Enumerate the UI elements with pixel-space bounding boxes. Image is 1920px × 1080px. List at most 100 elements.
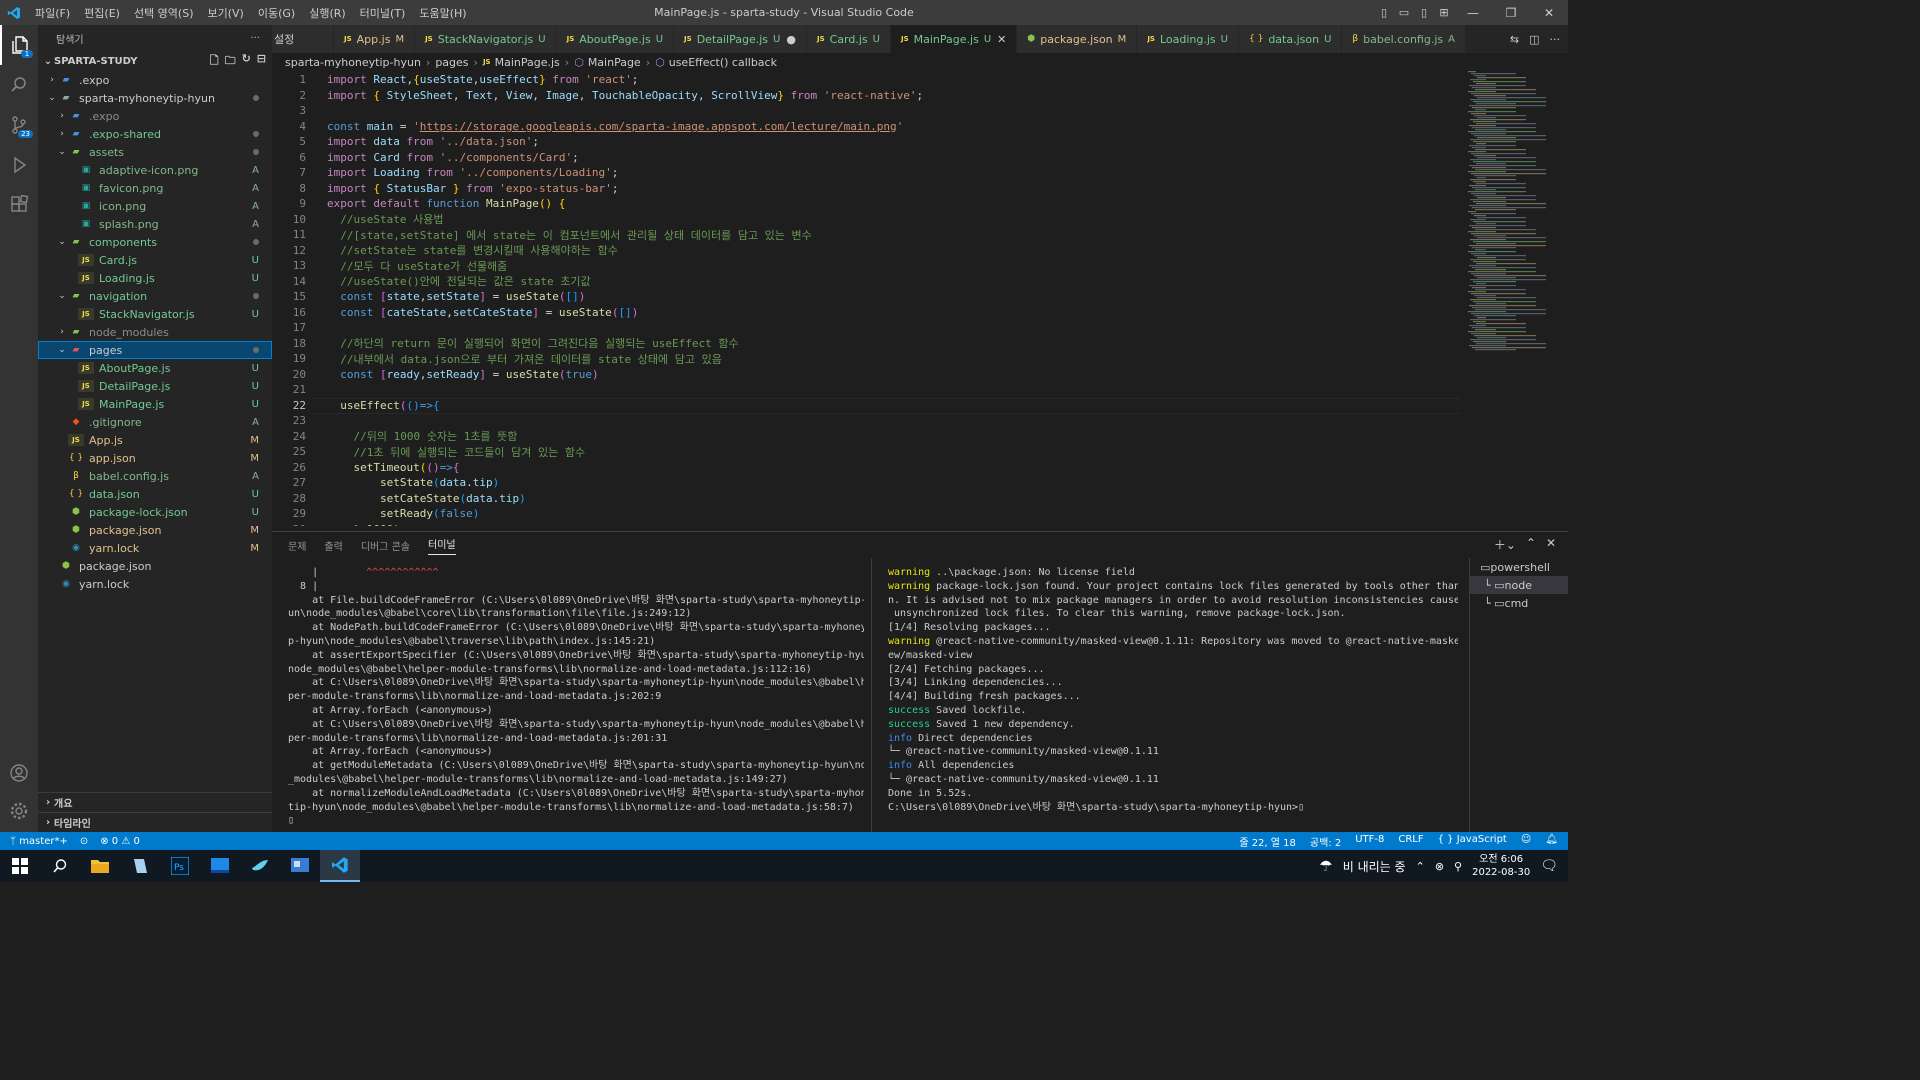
tree-item[interactable]: ⌄ ▰ components (38, 233, 272, 251)
terminal-list-item[interactable]: └ ▭ cmd (1470, 594, 1568, 612)
sync-icon[interactable]: ⊙ (80, 836, 88, 847)
breadcrumb-item[interactable]: MainPage (588, 56, 641, 69)
tree-item[interactable]: ◆ .gitignore A (38, 413, 272, 431)
tree-item[interactable]: ▣ favicon.png A (38, 179, 272, 197)
explorer-activity[interactable]: 1 (0, 25, 38, 65)
close-window-button[interactable]: ✕ (1530, 0, 1568, 25)
timeline-section[interactable]: › 타임라인 (38, 812, 272, 832)
tab--[interactable]: 설정 (272, 25, 334, 53)
tree-item[interactable]: JS App.js M (38, 431, 272, 449)
tree-item[interactable]: ▣ splash.png A (38, 215, 272, 233)
split-editor-icon[interactable]: ◫ (1529, 33, 1539, 46)
action-center-icon[interactable]: 🗨 (1540, 858, 1558, 874)
feedback-icon[interactable]: ☺ (1521, 834, 1531, 849)
workspace-section-header[interactable]: ⌄ SPARTA-STUDY 🗋 🗀 ↻ ⊟ (38, 51, 272, 71)
terminal-list-item[interactable]: └ ▭ node (1470, 576, 1568, 594)
branch-status[interactable]: ᛘ master*+ (10, 836, 68, 847)
tree-item[interactable]: JS MainPage.js U (38, 395, 272, 413)
terminal-split-divider[interactable] (871, 558, 872, 832)
source-control-activity[interactable]: 23 (0, 105, 38, 145)
tree-item[interactable]: › ▰ .expo-shared (38, 125, 272, 143)
tree-item[interactable]: ▣ adaptive-icon.png A (38, 161, 272, 179)
menu-item[interactable]: 이동(G) (251, 5, 302, 21)
maximize-panel-icon[interactable]: ⌃ (1526, 536, 1536, 553)
tab-detailpage-js[interactable]: JS DetailPage.js U ● (674, 25, 807, 53)
outline-section[interactable]: › 개요 (38, 792, 272, 812)
minimize-button[interactable]: — (1454, 0, 1492, 25)
tree-item[interactable]: { } data.json U (38, 485, 272, 503)
tree-item[interactable]: JS StackNavigator.js U (38, 305, 272, 323)
tree-item[interactable]: ⌄ ▰ assets (38, 143, 272, 161)
accounts-activity[interactable] (0, 753, 38, 793)
panel-tab[interactable]: 터미널 (428, 536, 456, 555)
tab-loading-js[interactable]: JS Loading.js U (1137, 25, 1239, 53)
tree-item[interactable]: › ▰ node_modules (38, 323, 272, 341)
tree-item[interactable]: ⬢ package-lock.json U (38, 503, 272, 521)
tray-status-icon[interactable]: ⊗ (1435, 860, 1444, 873)
extensions-activity[interactable] (0, 185, 38, 225)
tab-card-js[interactable]: JS Card.js U (806, 25, 891, 53)
code-editor[interactable]: 1 import React,{useState,useEffect} from … (272, 71, 1568, 526)
photoshop-app[interactable]: Ps (160, 850, 200, 882)
unsaved-dot-icon[interactable]: ● (786, 33, 796, 46)
breadcrumb-item[interactable]: pages (435, 56, 468, 69)
tree-item[interactable]: ▣ icon.png A (38, 197, 272, 215)
customize-layout-icon[interactable]: ⊞ (1434, 0, 1454, 25)
toggle-secondary-sidebar-icon[interactable]: ▯ (1414, 0, 1434, 25)
restore-button[interactable]: ❐ (1492, 0, 1530, 25)
minimap[interactable] (1464, 71, 1556, 371)
indentation-status[interactable]: 공백: 2 (1310, 834, 1341, 849)
menu-item[interactable]: 편집(E) (77, 5, 127, 21)
menu-item[interactable]: 보기(V) (200, 5, 250, 21)
vscode-app[interactable] (320, 850, 360, 882)
encoding-status[interactable]: UTF-8 (1355, 834, 1384, 849)
tab-stacknavigator-js[interactable]: JS StackNavigator.js U (415, 25, 557, 53)
run-debug-activity[interactable] (0, 145, 38, 185)
terminal-left[interactable]: | ^^^^^^^^^^^^ 8 | at File.buildCodeFram… (288, 566, 864, 832)
tab-babel-config-js[interactable]: β babel.config.js A (1342, 25, 1466, 53)
tree-item[interactable]: ⬢ package.json (38, 557, 272, 575)
bird-app[interactable] (240, 850, 280, 882)
network-icon[interactable]: ⚲ (1454, 860, 1462, 873)
tab-app-js[interactable]: JS App.js M (334, 25, 416, 53)
weather-text[interactable]: 비 내리는 중 (1343, 858, 1406, 875)
menu-item[interactable]: 선택 영역(S) (127, 5, 201, 21)
panel-tab[interactable]: 출력 (324, 538, 342, 553)
cursor-position[interactable]: 줄 22, 열 18 (1239, 834, 1296, 849)
tree-item[interactable]: β babel.config.js A (38, 467, 272, 485)
more-actions-icon[interactable]: ··· (1550, 33, 1561, 46)
chevron-up-icon[interactable]: ⌃ (1416, 860, 1425, 873)
panel-tab[interactable]: 문제 (288, 538, 306, 553)
breadcrumb-item[interactable]: MainPage.js (495, 56, 560, 69)
menu-item[interactable]: 실행(R) (302, 5, 352, 21)
start-button[interactable] (0, 850, 40, 882)
breadcrumb-item[interactable]: useEffect() callback (669, 56, 777, 69)
taskbar-search[interactable] (40, 850, 80, 882)
new-file-icon[interactable]: 🗋 (210, 52, 219, 71)
collapse-all-icon[interactable]: ⊟ (257, 52, 266, 71)
toggle-panel-icon[interactable]: ▭ (1394, 0, 1414, 25)
refresh-icon[interactable]: ↻ (242, 52, 251, 71)
close-panel-icon[interactable]: ✕ (1546, 536, 1556, 553)
tab-package-json[interactable]: ⬢ package.json M (1017, 25, 1138, 53)
clock[interactable]: 오전 6:06 2022-08-30 (1472, 853, 1530, 879)
toggle-sidebar-icon[interactable]: ▯ (1374, 0, 1394, 25)
terminal-list-item[interactable]: ▭ powershell (1470, 558, 1568, 576)
terminal-right[interactable]: warning ..\package.json: No license fiel… (888, 566, 1458, 832)
tree-item[interactable]: JS AboutPage.js U (38, 359, 272, 377)
control-panel-app[interactable] (280, 850, 320, 882)
tree-item[interactable]: ◉ yarn.lock (38, 575, 272, 593)
tree-item[interactable]: › ▰ .expo (38, 107, 272, 125)
tree-item[interactable]: ⬢ package.json M (38, 521, 272, 539)
breadcrumb-item[interactable]: sparta-myhoneytip-hyun (285, 56, 421, 69)
explorer-more-button[interactable]: ··· (250, 33, 260, 44)
tab-mainpage-js[interactable]: JS MainPage.js U ✕ (890, 25, 1018, 53)
new-folder-icon[interactable]: 🗀 (225, 52, 236, 71)
tree-item[interactable]: JS DetailPage.js U (38, 377, 272, 395)
settings-activity[interactable] (0, 791, 38, 831)
app-window[interactable] (200, 850, 240, 882)
menu-item[interactable]: 파일(F) (28, 5, 77, 21)
tree-item[interactable]: ⌄ ▰ navigation (38, 287, 272, 305)
tree-item[interactable]: ⌄ ▰ sparta-myhoneytip-hyun (38, 89, 272, 107)
language-status[interactable]: { } JavaScript (1438, 834, 1507, 849)
